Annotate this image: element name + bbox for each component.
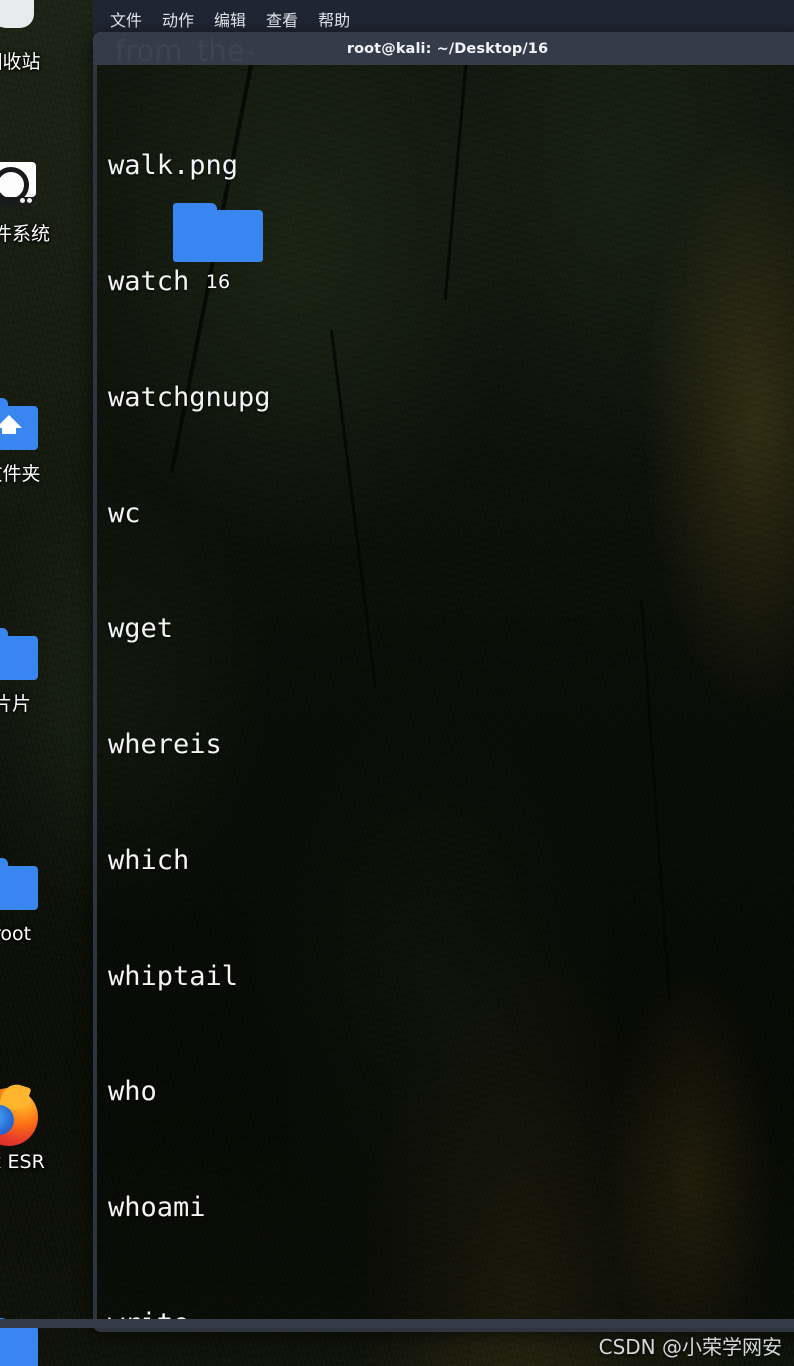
desktop-icon-root[interactable]: root <box>0 858 60 946</box>
watermark: CSDN @小荣学网安 <box>598 1335 782 1359</box>
terminal-line: watch <box>108 265 190 297</box>
menu-item-file[interactable]: 文件 <box>110 7 142 31</box>
menu-item-actions[interactable]: 动作 <box>162 7 194 31</box>
desktop-icon-pictures[interactable]: 片片 <box>0 628 60 716</box>
terminal-line: whereis <box>108 729 222 761</box>
desktop-icon-label: 文件夹 <box>0 463 41 485</box>
desktop-icon-label: 文件系统 <box>0 223 50 245</box>
desktop-icon-filesystem[interactable]: 文件系统 <box>0 160 60 246</box>
menu-item-help[interactable]: 帮助 <box>318 7 350 31</box>
terminal-titlebar[interactable]: from_the- root@kali: ~/Desktop/16 <box>93 32 794 68</box>
ghost-window-title: from_the- <box>115 34 256 68</box>
desktop-screen: 回收站 文件系统 文件夹 片片 root ox ESR 文件 动作 编辑 查看 <box>0 0 794 1366</box>
desktop-icon-firefox[interactable]: ox ESR <box>0 1080 60 1174</box>
desktop-icon-trash[interactable]: 回收站 <box>0 0 60 74</box>
desktop-icon-home[interactable]: 文件夹 <box>0 398 60 486</box>
desktop-icon-label: root <box>0 923 32 945</box>
home-folder-icon <box>0 398 44 460</box>
terminal-line: walk.png <box>108 150 239 182</box>
terminal-line: who <box>108 1076 157 1108</box>
terminal-window[interactable]: from_the- root@kali: ~/Desktop/16 16 wal… <box>93 32 794 1332</box>
terminal-line: whoami <box>108 1192 206 1224</box>
terminal-line: wc <box>108 497 141 529</box>
terminal-output: walk.png watch watchgnupg wc wget wherei… <box>108 70 794 1328</box>
menu-item-edit[interactable]: 编辑 <box>214 7 246 31</box>
terminal-title: root@kali: ~/Desktop/16 <box>346 40 549 57</box>
desktop-icon-label: 片片 <box>0 693 31 715</box>
terminal-line: which <box>108 844 190 876</box>
terminal-line: wget <box>108 613 174 645</box>
taskbar[interactable] <box>0 1319 794 1328</box>
desktop-icon-label: 回收站 <box>0 51 41 73</box>
terminal-line: whiptail <box>108 960 239 992</box>
desktop-icon-label: ox ESR <box>0 1151 45 1173</box>
menu-item-view[interactable]: 查看 <box>266 7 298 31</box>
folder-icon <box>0 628 44 690</box>
folder-icon <box>0 858 44 920</box>
firefox-icon <box>0 1080 44 1148</box>
terminal-body[interactable]: 16 walk.png watch watchgnupg wc wget whe… <box>97 65 794 1328</box>
terminal-line: watchgnupg <box>108 381 271 413</box>
hard-drive-icon <box>0 160 44 220</box>
trash-icon <box>0 0 44 48</box>
